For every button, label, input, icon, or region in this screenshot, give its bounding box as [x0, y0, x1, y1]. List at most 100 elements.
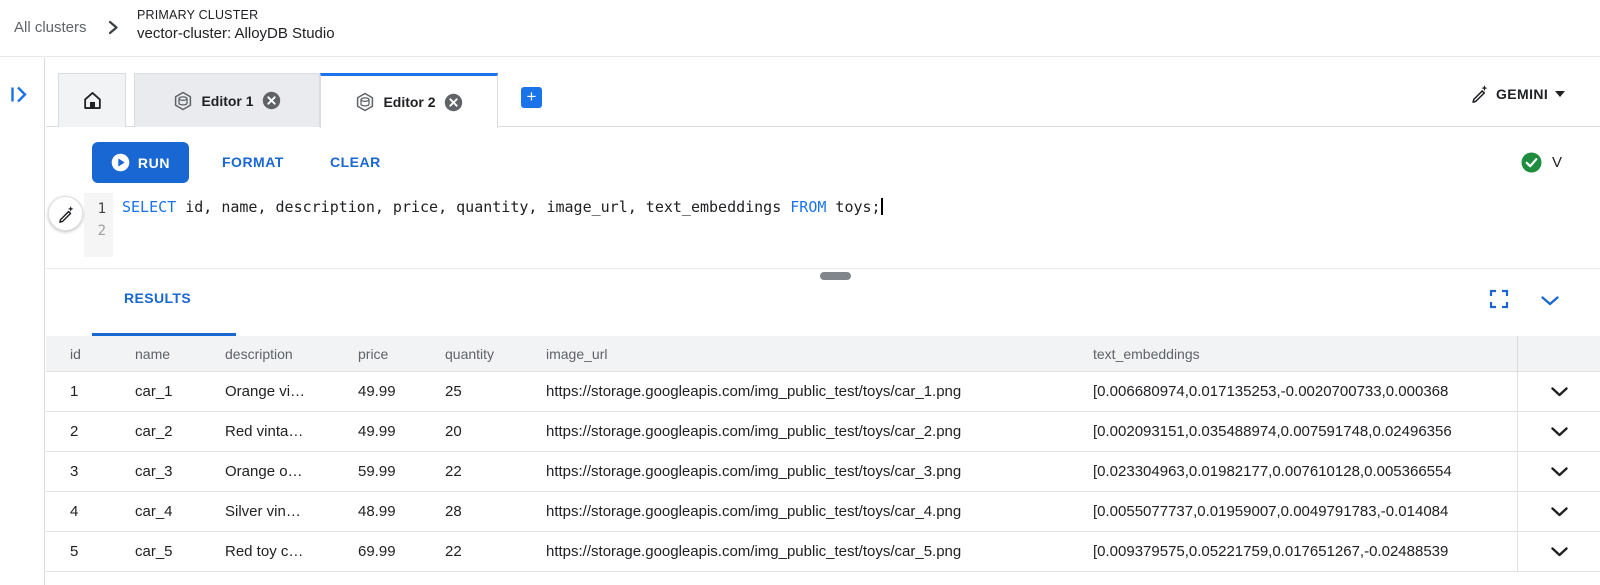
expand-row-chevron-icon[interactable]	[1551, 387, 1568, 397]
clear-button[interactable]: CLEAR	[330, 142, 381, 183]
sql-editor-line[interactable]: SELECT id, name, description, price, qua…	[122, 198, 883, 216]
text-cursor	[881, 198, 883, 215]
table-row: 2 car_2 Red vinta… 49.99 20 https://stor…	[46, 412, 1600, 452]
cell-text-embeddings: [0.023304963,0.01982177,0.007610128,0.00…	[1093, 463, 1517, 480]
cell-image-url: https://storage.googleapis.com/img_publi…	[546, 463, 1093, 480]
cell-price: 59.99	[358, 463, 445, 480]
gemini-pen-spark-icon	[57, 205, 75, 223]
cell-description: Red vinta…	[225, 423, 358, 440]
cell-image-url: https://storage.googleapis.com/img_publi…	[546, 543, 1093, 560]
column-header-id[interactable]: id	[70, 346, 135, 362]
cell-description: Red toy c…	[225, 543, 358, 560]
line-number: 2	[84, 220, 106, 242]
breadcrumb: PRIMARY CLUSTER vector-cluster: AlloyDB …	[137, 8, 335, 42]
breadcrumb-all-clusters[interactable]: All clusters	[14, 19, 87, 36]
editor-gutter: 1 2	[84, 193, 113, 257]
column-header-price[interactable]: price	[358, 346, 445, 362]
cell-name: car_4	[135, 503, 225, 520]
cell-image-url: https://storage.googleapis.com/img_publi…	[546, 423, 1093, 440]
line-number: 1	[84, 198, 106, 220]
home-icon	[82, 90, 103, 111]
run-button[interactable]: RUN	[92, 142, 189, 183]
sql-columns: id, name, description, price, quantity, …	[176, 198, 790, 216]
results-table-body: 1 car_1 Orange vi… 49.99 25 https://stor…	[46, 372, 1600, 572]
sql-keyword: SELECT	[122, 198, 176, 216]
close-tab-icon[interactable]	[444, 93, 463, 112]
chevron-down-icon	[1555, 91, 1565, 97]
expand-row-chevron-icon[interactable]	[1551, 467, 1568, 477]
cell-text-embeddings: [0.0055077737,0.01959007,0.0049791783,-0…	[1093, 503, 1517, 520]
format-button[interactable]: FORMAT	[222, 142, 284, 183]
cell-image-url: https://storage.googleapis.com/img_publi…	[546, 503, 1093, 520]
cell-quantity: 28	[445, 503, 546, 520]
cell-price: 48.99	[358, 503, 445, 520]
collapse-results-chevron-icon[interactable]	[1541, 293, 1559, 311]
column-header-quantity[interactable]: quantity	[445, 346, 546, 362]
sql-tail: toys;	[826, 198, 880, 216]
gemini-edit-button[interactable]	[48, 196, 83, 231]
cell-text-embeddings: [0.002093151,0.035488974,0.007591748,0.0…	[1093, 423, 1517, 440]
expand-sidebar-icon[interactable]	[10, 86, 34, 108]
tab-editor-1-label: Editor 1	[201, 93, 253, 109]
cell-name: car_1	[135, 383, 225, 400]
expand-column-header	[1517, 336, 1600, 371]
cell-name: car_2	[135, 423, 225, 440]
column-header-text-embeddings[interactable]: text_embeddings	[1093, 346, 1517, 362]
gemini-menu[interactable]: GEMINI	[1470, 84, 1565, 103]
cell-name: car_3	[135, 463, 225, 480]
tab-results[interactable]: RESULTS	[124, 290, 191, 306]
cell-text-embeddings: [0.009379575,0.05221759,0.017651267,-0.0…	[1093, 543, 1517, 560]
editor-tab-bar: Editor 1 Editor 2 + GEMINI	[46, 58, 1600, 127]
cell-description: Orange vi…	[225, 383, 358, 400]
database-icon	[173, 91, 193, 111]
cell-quantity: 22	[445, 463, 546, 480]
table-row: 1 car_1 Orange vi… 49.99 25 https://stor…	[46, 372, 1600, 412]
cell-image-url: https://storage.googleapis.com/img_publi…	[546, 383, 1093, 400]
query-status: V	[1521, 152, 1562, 173]
cell-description: Silver vin…	[225, 503, 358, 520]
expand-row-chevron-icon[interactable]	[1551, 507, 1568, 517]
cell-quantity: 25	[445, 383, 546, 400]
expand-row-chevron-icon[interactable]	[1551, 547, 1568, 557]
table-row: 4 car_4 Silver vin… 48.99 28 https://sto…	[46, 492, 1600, 532]
cell-description: Orange o…	[225, 463, 358, 480]
sql-keyword: FROM	[790, 198, 826, 216]
results-table-header: id name description price quantity image…	[46, 336, 1600, 372]
page-title: vector-cluster: AlloyDB Studio	[137, 25, 335, 42]
cell-name: car_5	[135, 543, 225, 560]
cluster-kicker: PRIMARY CLUSTER	[137, 8, 335, 22]
column-header-name[interactable]: name	[135, 346, 225, 362]
gemini-pen-spark-icon	[1470, 84, 1489, 103]
valid-check-icon	[1521, 152, 1542, 173]
fullscreen-icon[interactable]	[1489, 289, 1509, 314]
column-header-description[interactable]: description	[225, 346, 358, 362]
column-header-image-url[interactable]: image_url	[546, 346, 1093, 362]
tab-editor-2-active[interactable]: Editor 2	[320, 73, 498, 128]
tab-editor-1[interactable]: Editor 1	[134, 73, 320, 127]
cell-id: 1	[70, 383, 135, 400]
cell-id: 5	[70, 543, 135, 560]
tab-home[interactable]	[58, 73, 126, 127]
split-drag-handle[interactable]	[820, 272, 851, 280]
add-editor-tab-button[interactable]: +	[521, 87, 542, 108]
split-divider	[46, 268, 1600, 269]
cell-price: 69.99	[358, 543, 445, 560]
expand-row-chevron-icon[interactable]	[1551, 427, 1568, 437]
cell-text-embeddings: [0.006680974,0.017135253,-0.0020700733,0…	[1093, 383, 1517, 400]
database-icon	[355, 92, 375, 112]
cell-price: 49.99	[358, 383, 445, 400]
tab-editor-2-label: Editor 2	[383, 94, 435, 110]
cell-quantity: 22	[445, 543, 546, 560]
play-icon	[111, 153, 130, 172]
cell-id: 2	[70, 423, 135, 440]
run-button-label: RUN	[138, 155, 170, 171]
cell-id: 3	[70, 463, 135, 480]
gemini-label: GEMINI	[1496, 86, 1548, 102]
table-row: 3 car_3 Orange o… 59.99 22 https://stora…	[46, 452, 1600, 492]
cell-price: 49.99	[358, 423, 445, 440]
app-header: All clusters PRIMARY CLUSTER vector-clus…	[0, 0, 1600, 57]
table-row: 5 car_5 Red toy c… 69.99 22 https://stor…	[46, 532, 1600, 572]
query-status-text: V	[1552, 154, 1562, 171]
breadcrumb-chevron-icon	[108, 20, 119, 40]
close-tab-icon[interactable]	[262, 91, 281, 110]
